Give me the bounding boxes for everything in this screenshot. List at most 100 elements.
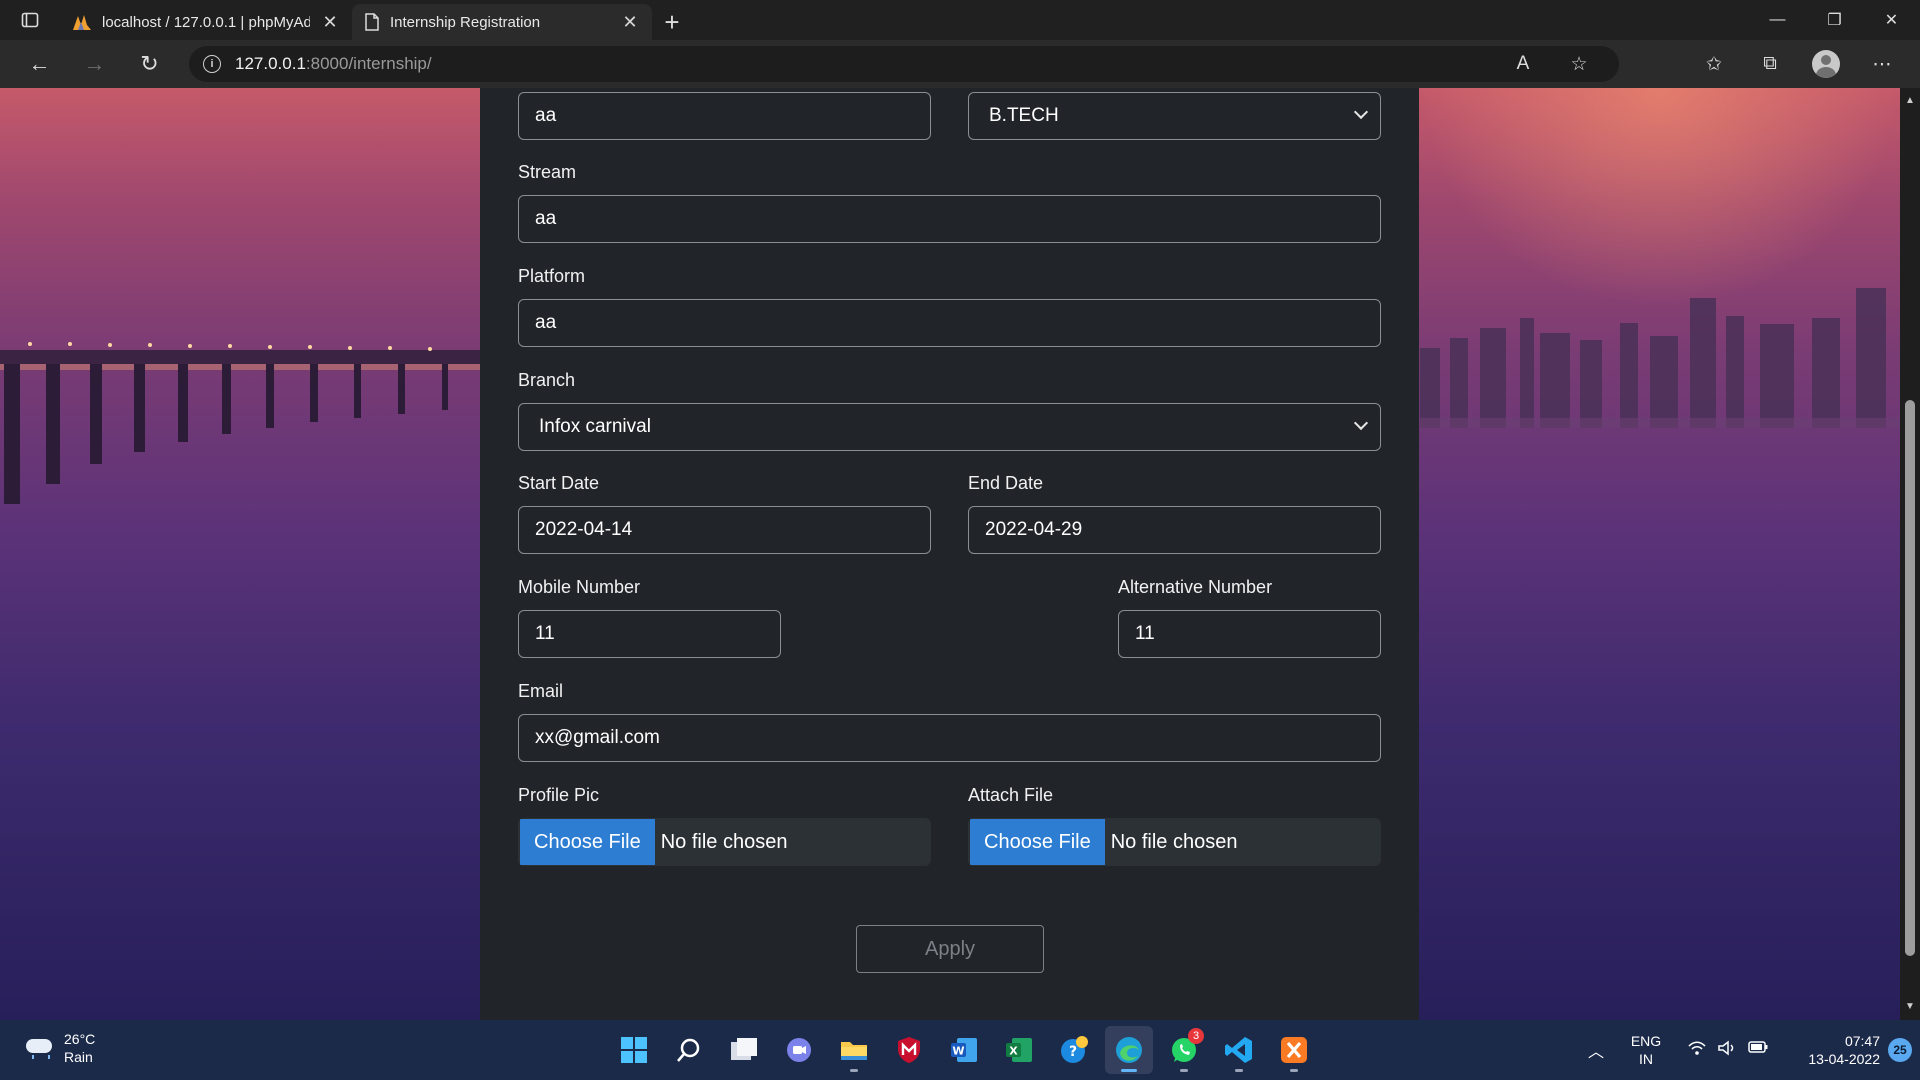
xampp-icon xyxy=(1281,1037,1307,1063)
stream-value: aa xyxy=(535,208,557,229)
add-favorite-icon[interactable]: ☆ xyxy=(1553,44,1605,84)
attach-file-input[interactable]: Choose File No file chosen xyxy=(968,818,1381,866)
browser-toolbar: ← → ↻ i 127.0.0.1:8000/internship/ A ☆ ✩… xyxy=(0,40,1920,88)
close-window-icon[interactable]: ✕ xyxy=(1863,0,1920,40)
word-icon: W xyxy=(951,1038,977,1062)
scroll-down-icon[interactable]: ▼ xyxy=(1900,998,1920,1016)
help-icon: ? xyxy=(1061,1036,1088,1063)
close-tab-icon[interactable]: ✕ xyxy=(620,12,640,33)
favorites-icon[interactable]: ✩ xyxy=(1688,44,1740,84)
folder-icon xyxy=(841,1042,867,1060)
language-indicator[interactable]: ENG IN xyxy=(1616,1032,1676,1068)
tab-phpmyadmin[interactable]: localhost / 127.0.0.1 | phpMyAdmin ✕ xyxy=(60,4,352,40)
profile-pic-choose-file-button[interactable]: Choose File xyxy=(520,819,655,865)
end-date-input[interactable]: 2022-04-29 xyxy=(968,506,1381,554)
chevron-down-icon xyxy=(1353,415,1369,431)
tab-internship-registration[interactable]: Internship Registration ✕ xyxy=(352,4,652,40)
svg-text:W: W xyxy=(952,1045,964,1058)
degree-selected-value: B.TECH xyxy=(989,105,1059,126)
whatsapp-notification-badge: 3 xyxy=(1188,1028,1204,1044)
new-tab-button[interactable]: + xyxy=(652,4,692,40)
mcafee-button[interactable] xyxy=(885,1026,933,1074)
collections-icon[interactable]: ⧉ xyxy=(1744,44,1796,84)
stream-input[interactable]: aa xyxy=(518,195,1381,243)
clock[interactable]: 07:47 13-04-2022 xyxy=(1780,1032,1880,1068)
attach-file-status: No file chosen xyxy=(1110,830,1238,853)
show-hidden-icons-chevron-up-icon[interactable]: ︿ xyxy=(1576,1038,1616,1062)
clock-date: 13-04-2022 xyxy=(1808,1051,1880,1067)
read-aloud-icon[interactable]: A xyxy=(1497,44,1549,84)
language-code: ENG xyxy=(1630,1033,1662,1049)
window-controls: — ❐ ✕ xyxy=(1749,0,1920,40)
profile-pic-label: Profile Pic xyxy=(518,785,600,805)
scroll-up-icon[interactable]: ▲ xyxy=(1900,92,1920,110)
background-bridge-image xyxy=(0,342,480,504)
end-date-value: 2022-04-29 xyxy=(985,519,1083,540)
restore-icon[interactable]: ❐ xyxy=(1806,0,1863,40)
clock-time: 07:47 xyxy=(1844,1033,1880,1049)
file-explorer-button[interactable] xyxy=(830,1026,878,1074)
notification-center-button[interactable]: 25 xyxy=(1880,1038,1920,1062)
weather-widget[interactable]: 26°C Rain xyxy=(24,1030,95,1066)
alternative-number-value: 11 xyxy=(1135,623,1155,644)
page-viewport: aa B.TECH Stream aa Platform aa Branch I… xyxy=(0,88,1900,1020)
teams-chat-button[interactable] xyxy=(775,1026,823,1074)
excel-icon: X xyxy=(1006,1038,1032,1062)
tab-actions-button[interactable] xyxy=(0,0,60,40)
branch-selected-value: Infox carnival xyxy=(539,416,651,437)
start-date-input[interactable]: 2022-04-14 xyxy=(518,506,931,554)
excel-button[interactable]: X xyxy=(995,1026,1043,1074)
region-code: IN xyxy=(1639,1051,1653,1067)
address-bar-actions: A ☆ xyxy=(1497,44,1605,84)
word-button[interactable]: W xyxy=(940,1026,988,1074)
page-scrollbar[interactable]: ▲ ▼ xyxy=(1900,88,1920,1020)
branch-select[interactable]: Infox carnival xyxy=(518,403,1381,451)
degree-select[interactable]: B.TECH xyxy=(968,92,1381,140)
platform-input[interactable]: aa xyxy=(518,299,1381,347)
mcafee-shield-icon xyxy=(898,1037,920,1063)
stream-label: Stream xyxy=(518,162,577,182)
end-date-label: End Date xyxy=(968,473,1044,493)
taskbar-apps: W X ? 3 xyxy=(610,1026,1318,1074)
quick-settings[interactable] xyxy=(1676,1040,1780,1060)
edge-button[interactable] xyxy=(1105,1026,1153,1074)
more-options-icon[interactable]: ⋯ xyxy=(1856,44,1908,84)
xampp-button[interactable] xyxy=(1270,1026,1318,1074)
close-tab-icon[interactable]: ✕ xyxy=(320,12,340,33)
scrollbar-thumb[interactable] xyxy=(1905,400,1915,956)
background-skyline-image xyxy=(1420,288,1900,428)
forward-button[interactable]: → xyxy=(67,44,122,84)
info-icon[interactable]: i xyxy=(203,55,221,73)
refresh-icon: ↻ xyxy=(140,51,159,76)
back-button[interactable]: ← xyxy=(12,44,67,84)
vscode-button[interactable] xyxy=(1215,1026,1263,1074)
url-host: 127.0.0.1 xyxy=(235,54,306,73)
email-value: xx@gmail.com xyxy=(535,727,660,748)
alternative-number-input[interactable]: 11 xyxy=(1118,610,1381,658)
refresh-button[interactable]: ↻ xyxy=(122,44,177,84)
whatsapp-button[interactable]: 3 xyxy=(1160,1026,1208,1074)
attach-file-choose-file-button[interactable]: Choose File xyxy=(970,819,1105,865)
name-input[interactable]: aa xyxy=(518,92,931,140)
running-indicator xyxy=(1290,1069,1298,1072)
get-help-button[interactable]: ? xyxy=(1050,1026,1098,1074)
email-input[interactable]: xx@gmail.com xyxy=(518,714,1381,762)
registration-form-panel: aa B.TECH Stream aa Platform aa Branch I… xyxy=(480,88,1419,1020)
start-button[interactable] xyxy=(610,1026,658,1074)
profile-button[interactable] xyxy=(1800,44,1852,84)
arrow-right-icon: → xyxy=(83,51,106,76)
search-button[interactable] xyxy=(665,1026,713,1074)
tab-title: Internship Registration xyxy=(390,13,541,31)
minimize-icon[interactable]: — xyxy=(1749,0,1806,40)
name-value: aa xyxy=(535,105,557,126)
apply-button[interactable]: Apply xyxy=(856,925,1044,973)
mobile-number-input[interactable]: 11 xyxy=(518,610,781,658)
profile-pic-file-status: No file chosen xyxy=(660,830,788,853)
platform-value: aa xyxy=(535,312,557,333)
profile-pic-file-input[interactable]: Choose File No file chosen xyxy=(518,818,931,866)
vscode-icon xyxy=(1225,1037,1252,1063)
address-bar[interactable]: i 127.0.0.1:8000/internship/ A ☆ xyxy=(189,46,1619,82)
task-view-button[interactable] xyxy=(720,1026,768,1074)
svg-text:X: X xyxy=(1009,1045,1018,1058)
attach-file-label: Attach File xyxy=(968,785,1054,805)
